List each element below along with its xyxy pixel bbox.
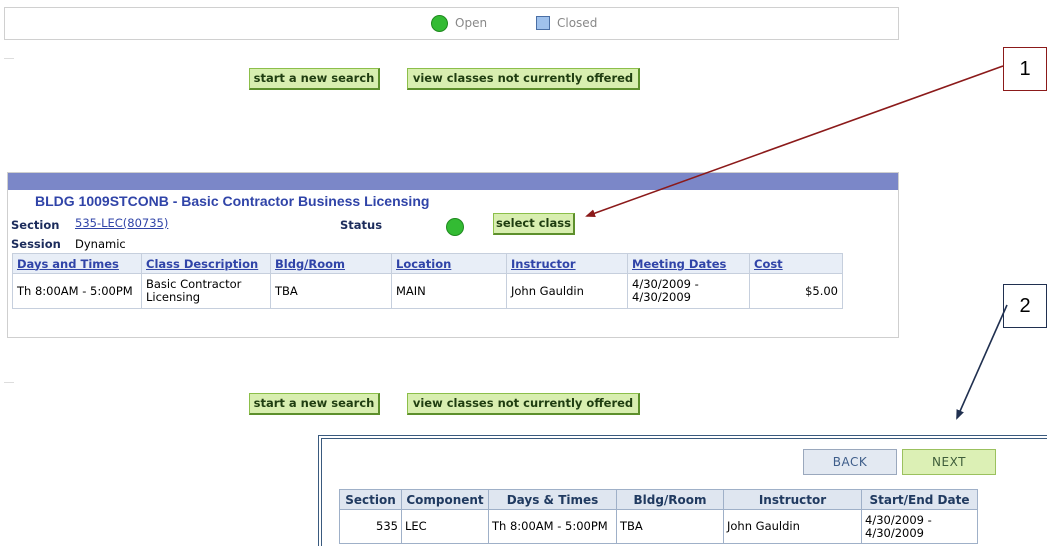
view-classes-not-offered-button[interactable]: view classes not currently offered [407,393,640,415]
column-header-component: Component [401,489,489,510]
column-header-meeting-dates[interactable]: Meeting Dates [627,253,750,274]
session-value: Dynamic [75,237,126,251]
view-classes-not-offered-button[interactable]: view classes not currently offered [407,68,640,90]
column-header-instructor: Instructor [723,489,862,510]
closed-status-icon [536,16,550,30]
select-class-button[interactable]: select class [493,213,575,235]
enrollment-cart-panel: BACK NEXT Section Component Days & Times… [318,435,1047,546]
cell-start-end-date: 4/30/2009 - 4/30/2009 [861,509,978,544]
cell-bldg-room: TBA [270,273,392,309]
start-new-search-button[interactable]: start a new search [249,393,380,415]
table-row: 535 LEC Th 8:00AM - 5:00PM TBA John Gaul… [339,509,978,544]
column-header-start-end-date: Start/End Date [861,489,978,510]
status-label: Status [340,218,383,232]
cell-class-description: Basic Contractor Licensing [141,273,271,309]
session-label: Session [11,237,61,251]
enrollment-table: Section Component Days & Times Bldg/Room… [339,489,978,544]
cell-location: MAIN [391,273,507,309]
table-header-row: Section Component Days & Times Bldg/Room… [339,489,978,510]
open-status-icon [431,15,448,32]
closed-legend-label: Closed [557,16,598,30]
column-header-section: Section [339,489,402,510]
divider [4,58,14,59]
column-header-cost[interactable]: Cost [749,253,843,274]
section-label: Section [11,218,60,232]
cell-section: 535 [339,509,402,544]
cell-instructor: John Gauldin [506,273,628,309]
table-header-row: Days and Times Class Description Bldg/Ro… [12,253,843,274]
class-title: BLDG 1009STCONB - Basic Contractor Busin… [35,193,430,209]
cell-instructor: John Gauldin [723,509,862,544]
column-header-days-times: Days & Times [488,489,617,510]
cell-days-times: Th 8:00AM - 5:00PM [12,273,142,309]
cell-days-times: Th 8:00AM - 5:00PM [488,509,617,544]
column-header-location[interactable]: Location [391,253,507,274]
callout-2: 2 [1003,284,1047,328]
column-header-days-times[interactable]: Days and Times [12,253,142,274]
status-legend: Open Closed [4,7,899,40]
cell-bldg-room: TBA [616,509,724,544]
cell-component: LEC [401,509,489,544]
class-section-panel: BLDG 1009STCONB - Basic Contractor Busin… [7,172,899,338]
open-status-icon [446,218,464,236]
callout-2-arrow [956,304,1008,420]
table-row: Th 8:00AM - 5:00PM Basic Contractor Lice… [12,273,843,309]
column-header-instructor[interactable]: Instructor [506,253,628,274]
panel-header-bar [8,173,898,190]
next-button[interactable]: NEXT [902,449,996,475]
divider [4,382,14,383]
start-new-search-button[interactable]: start a new search [249,68,380,90]
column-header-bldg-room: Bldg/Room [616,489,724,510]
section-link[interactable]: 535-LEC(80735) [75,216,168,230]
class-meeting-table: Days and Times Class Description Bldg/Ro… [12,253,843,309]
open-legend-label: Open [455,16,488,30]
cell-meeting-dates: 4/30/2009 - 4/30/2009 [627,273,750,309]
back-button[interactable]: BACK [803,449,897,475]
cell-cost: $5.00 [749,273,843,309]
column-header-bldg-room[interactable]: Bldg/Room [270,253,392,274]
column-header-class-description[interactable]: Class Description [141,253,271,274]
callout-1: 1 [1003,47,1047,91]
